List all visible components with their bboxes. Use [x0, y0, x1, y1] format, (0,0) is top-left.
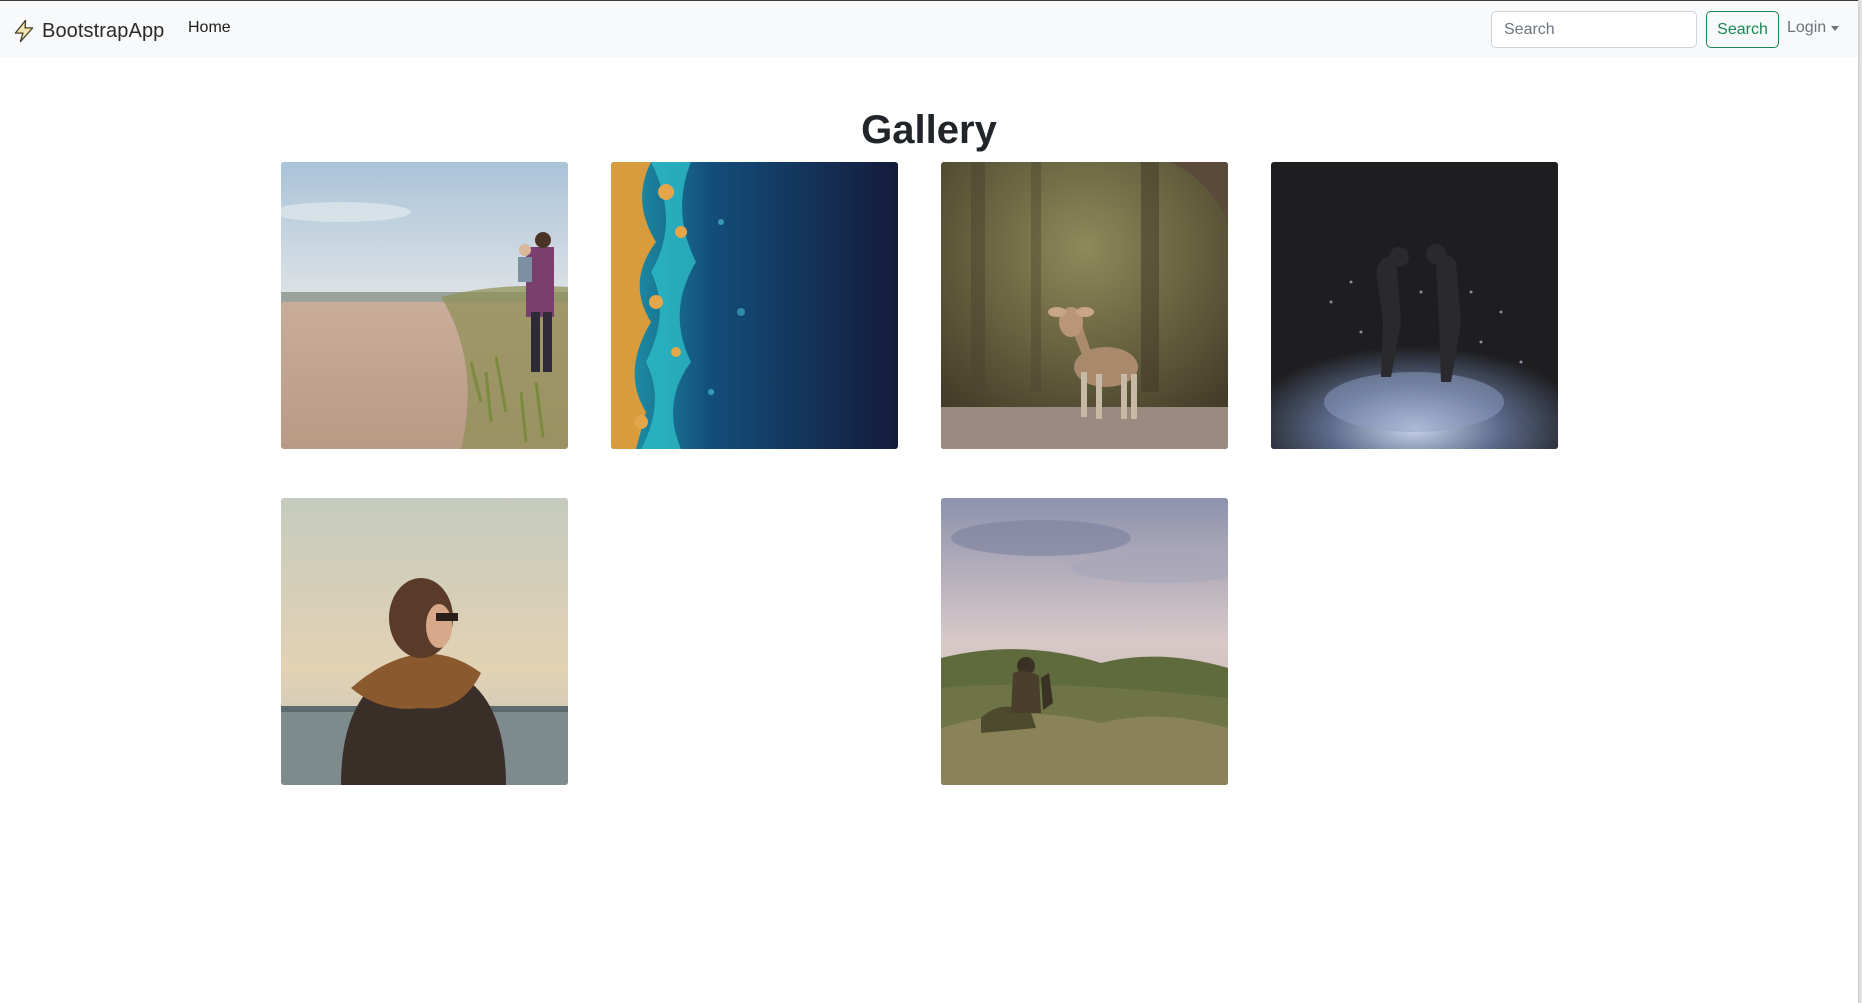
- photo-deer-forest[interactable]: [941, 162, 1228, 449]
- login-dropdown[interactable]: Login: [1787, 19, 1840, 37]
- photo-person-cliff-fog[interactable]: [941, 498, 1228, 785]
- caret-down-icon: [1831, 25, 1840, 31]
- lightning-icon: [12, 19, 36, 43]
- brand-link[interactable]: BootstrapApp: [12, 17, 164, 45]
- nav-home-link[interactable]: Home: [188, 19, 231, 37]
- navbar: BootstrapApp Home Search Login: [0, 1, 1858, 57]
- page-title: Gallery: [861, 108, 997, 152]
- brand-name: BootstrapApp: [42, 19, 165, 42]
- page: BootstrapApp Home Search Login Gallery: [0, 0, 1858, 1003]
- login-label: Login: [1787, 19, 1827, 36]
- photo-woman-scarf-sea[interactable]: [281, 498, 568, 785]
- photo-aerial-ocean-coast[interactable]: [611, 162, 898, 449]
- photo-couple-rain-night[interactable]: [1271, 162, 1558, 449]
- photo-beach-father-child[interactable]: [281, 162, 568, 449]
- window-edge-shadow: [1858, 0, 1862, 1003]
- search-button[interactable]: Search: [1706, 11, 1779, 48]
- search-input[interactable]: [1491, 11, 1697, 48]
